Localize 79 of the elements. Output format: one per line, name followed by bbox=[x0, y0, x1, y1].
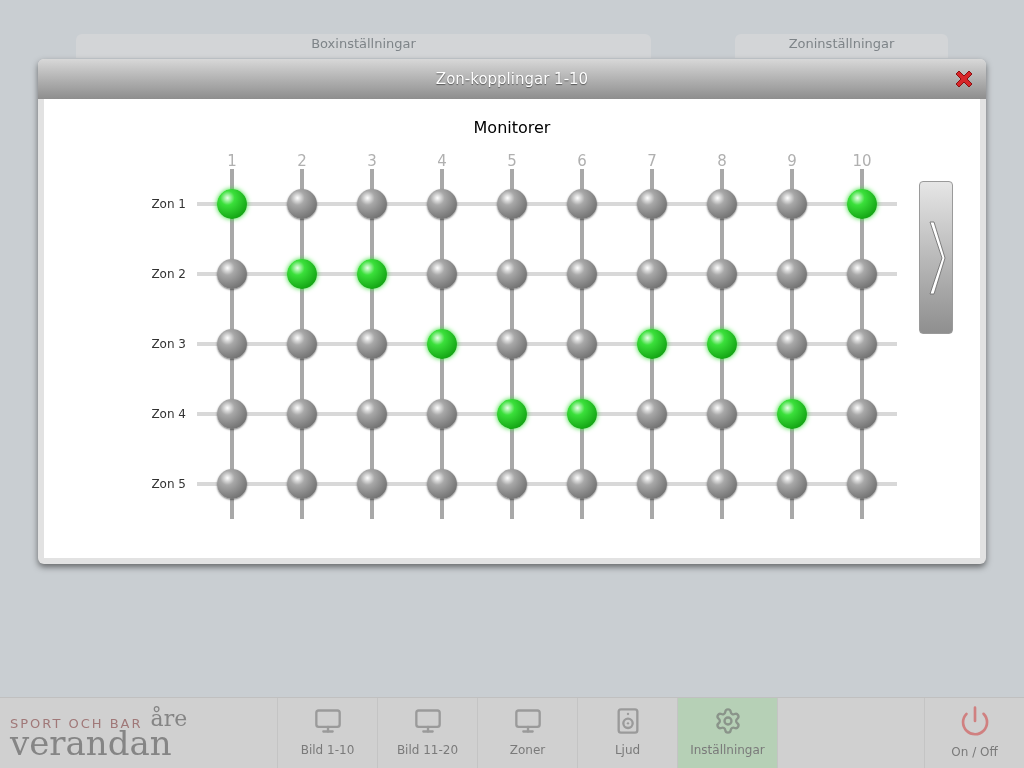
link-node[interactable] bbox=[357, 329, 387, 359]
close-button[interactable] bbox=[953, 68, 975, 90]
link-node[interactable] bbox=[217, 259, 247, 289]
link-node[interactable] bbox=[287, 399, 317, 429]
monitor-icon bbox=[413, 707, 442, 735]
link-node[interactable] bbox=[217, 399, 247, 429]
link-node[interactable] bbox=[847, 469, 877, 499]
link-node[interactable] bbox=[217, 329, 247, 359]
link-node[interactable] bbox=[567, 399, 597, 429]
column-number: 5 bbox=[507, 154, 517, 169]
zone-label: Zon 3 bbox=[151, 336, 186, 353]
next-button[interactable] bbox=[919, 181, 953, 334]
link-node[interactable] bbox=[357, 399, 387, 429]
link-node[interactable] bbox=[427, 259, 457, 289]
link-node[interactable] bbox=[497, 469, 527, 499]
link-node[interactable] bbox=[357, 259, 387, 289]
link-node[interactable] bbox=[777, 469, 807, 499]
logo-place: åre bbox=[150, 708, 188, 730]
link-node[interactable] bbox=[287, 189, 317, 219]
logo-tagline: SPORT OCH BAR bbox=[10, 717, 143, 730]
link-node[interactable] bbox=[707, 469, 737, 499]
link-node[interactable] bbox=[217, 189, 247, 219]
link-node[interactable] bbox=[497, 189, 527, 219]
link-node[interactable] bbox=[637, 329, 667, 359]
link-node[interactable] bbox=[357, 189, 387, 219]
link-node[interactable] bbox=[777, 189, 807, 219]
column-number: 7 bbox=[647, 154, 657, 169]
monitor-icon bbox=[313, 707, 342, 735]
link-node[interactable] bbox=[847, 399, 877, 429]
link-node[interactable] bbox=[567, 189, 597, 219]
link-node[interactable] bbox=[847, 259, 877, 289]
zone-label: Zon 4 bbox=[151, 406, 186, 423]
column-number: 8 bbox=[717, 154, 727, 169]
link-node[interactable] bbox=[847, 189, 877, 219]
section-heading: Monitorer bbox=[473, 117, 551, 139]
close-icon bbox=[953, 68, 975, 90]
link-node[interactable] bbox=[287, 329, 317, 359]
zone-label: Zon 2 bbox=[151, 266, 186, 283]
link-node[interactable] bbox=[427, 399, 457, 429]
link-node[interactable] bbox=[427, 189, 457, 219]
column-number: 1 bbox=[227, 154, 237, 169]
dialog-title: Zon-kopplingar 1-10 bbox=[435, 68, 589, 90]
link-node[interactable] bbox=[287, 259, 317, 289]
link-node[interactable] bbox=[637, 259, 667, 289]
link-node[interactable] bbox=[567, 259, 597, 289]
link-node[interactable] bbox=[847, 329, 877, 359]
link-node[interactable] bbox=[567, 329, 597, 359]
settings-button[interactable]: Zoninställningar bbox=[735, 34, 948, 58]
link-node[interactable] bbox=[427, 469, 457, 499]
link-node[interactable] bbox=[707, 329, 737, 359]
link-node[interactable] bbox=[777, 399, 807, 429]
link-node[interactable] bbox=[777, 259, 807, 289]
column-number: 6 bbox=[577, 154, 587, 169]
link-node[interactable] bbox=[637, 469, 667, 499]
link-node[interactable] bbox=[637, 189, 667, 219]
link-node[interactable] bbox=[497, 329, 527, 359]
zone-label: Zon 1 bbox=[151, 196, 186, 213]
nav-tab[interactable]: Inställningar bbox=[677, 698, 777, 768]
link-node[interactable] bbox=[427, 329, 457, 359]
link-node[interactable] bbox=[567, 469, 597, 499]
column-number: 4 bbox=[437, 154, 447, 169]
monitor-icon bbox=[513, 707, 542, 735]
link-node[interactable] bbox=[777, 329, 807, 359]
settings-button[interactable]: Boxinställningar bbox=[76, 34, 651, 58]
column-number: 10 bbox=[852, 154, 872, 169]
gear-icon bbox=[713, 707, 742, 735]
link-node[interactable] bbox=[497, 399, 527, 429]
zone-label: Zon 5 bbox=[151, 476, 186, 493]
column-number: 2 bbox=[297, 154, 307, 169]
link-node[interactable] bbox=[707, 259, 737, 289]
link-node[interactable] bbox=[217, 469, 247, 499]
link-node[interactable] bbox=[707, 399, 737, 429]
link-node[interactable] bbox=[357, 469, 387, 499]
link-node[interactable] bbox=[287, 469, 317, 499]
column-number: 3 bbox=[367, 154, 377, 169]
link-node[interactable] bbox=[707, 189, 737, 219]
column-number: 9 bbox=[787, 154, 797, 169]
link-node[interactable] bbox=[637, 399, 667, 429]
link-node[interactable] bbox=[497, 259, 527, 289]
